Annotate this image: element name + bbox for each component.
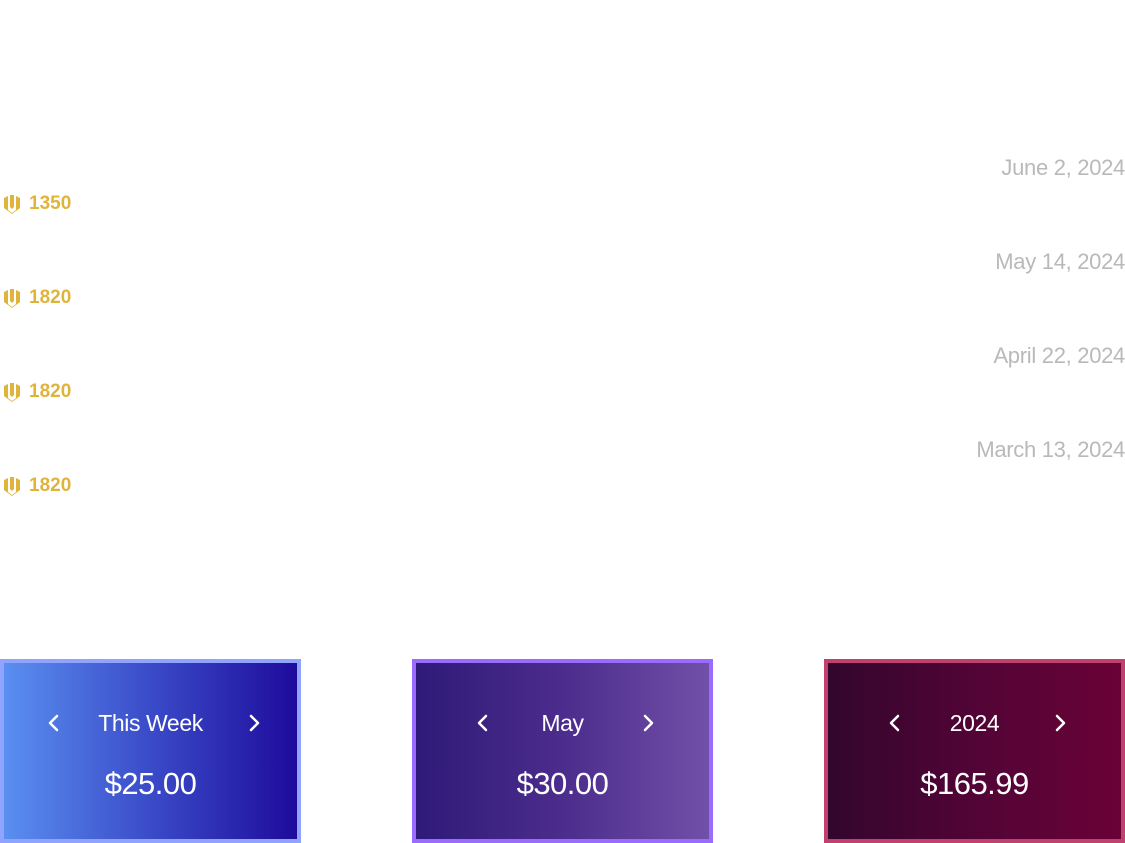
entry-date: April 22, 2024 [993, 343, 1125, 368]
chevron-left-icon[interactable] [44, 713, 64, 733]
history-entry: June 2, 2024 1350 [0, 155, 1125, 215]
coin-badge-icon [0, 192, 24, 216]
points-value: 1350 [29, 193, 72, 214]
points-value: 1820 [29, 287, 72, 308]
period-selector: 2024 [828, 705, 1121, 741]
entry-date: March 13, 2024 [976, 437, 1125, 462]
period-label: This Week [98, 710, 203, 736]
chevron-left-icon[interactable] [473, 713, 493, 733]
weekly-summary-card: This Week $25.00 [0, 659, 301, 843]
coin-badge-icon [0, 474, 24, 498]
yearly-summary-card: 2024 $165.99 [824, 659, 1125, 843]
period-selector: This Week [4, 705, 297, 741]
monthly-summary-card: May $30.00 [412, 659, 713, 843]
chevron-right-icon[interactable] [1050, 713, 1070, 733]
spend-amount: $165.99 [920, 766, 1029, 801]
rewards-history-page: June 2, 2024 1350 May 14, 2024 1820 Apri… [0, 0, 1125, 843]
period-selector: May [416, 705, 709, 741]
chevron-right-icon[interactable] [244, 713, 264, 733]
history-entry: April 22, 2024 1820 [0, 343, 1125, 403]
entry-date: May 14, 2024 [995, 249, 1125, 274]
period-label: May [541, 710, 584, 736]
period-label: 2024 [949, 710, 1000, 736]
points-amount: 1820 [0, 474, 71, 498]
points-amount: 1820 [0, 286, 71, 310]
coin-badge-icon [0, 286, 24, 310]
chevron-right-icon[interactable] [638, 713, 658, 733]
points-value: 1820 [29, 475, 72, 496]
coin-badge-icon [0, 380, 24, 404]
history-entry: March 13, 2024 1820 [0, 437, 1125, 497]
spend-amount: $25.00 [104, 766, 197, 801]
chevron-left-icon[interactable] [885, 713, 905, 733]
points-amount: 1350 [0, 192, 71, 216]
points-value: 1820 [29, 381, 72, 402]
points-amount: 1820 [0, 380, 71, 404]
spend-amount: $30.00 [516, 766, 609, 801]
entry-date: June 2, 2024 [1001, 155, 1125, 180]
history-entry: May 14, 2024 1820 [0, 249, 1125, 309]
